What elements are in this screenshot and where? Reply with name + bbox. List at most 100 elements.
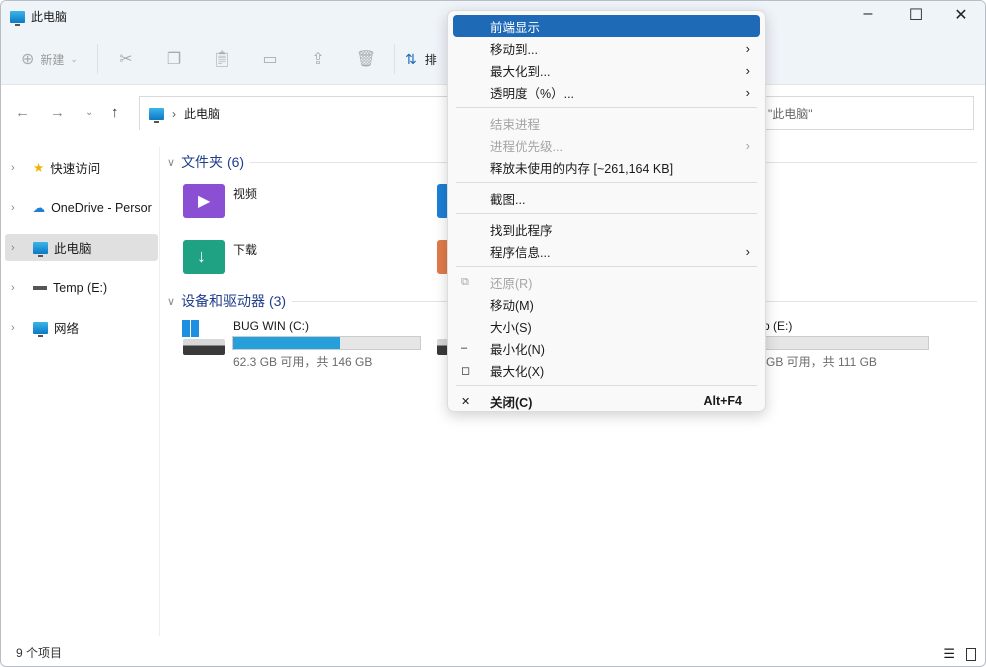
sidebar-item-label: 网络 (54, 322, 80, 336)
sidebar-item-label: OneDrive - Persor (51, 200, 152, 215)
recent-locations-button[interactable]: ⌄ (85, 107, 93, 118)
menu-separator (456, 266, 757, 267)
menu-item-label: 透明度（%）... (490, 86, 575, 101)
menu-item-shortcut: Alt+F4 (703, 394, 742, 408)
chevron-right-icon: › (745, 243, 750, 259)
sidebar-item-network[interactable]: › 网络 (5, 314, 158, 341)
sidebar-item-onedrive[interactable]: › ☁ OneDrive - Persor (5, 194, 158, 221)
windows-logo-icon (182, 320, 199, 337)
drive-c-usage-bar (232, 336, 421, 350)
paste-icon[interactable]: 📋︎ (198, 49, 246, 69)
chevron-down-icon: ⌄ (70, 53, 78, 64)
menu-item-label: 进程优先级... (490, 139, 563, 154)
menu-item[interactable]: 移动到... › (453, 37, 760, 59)
pc-icon (33, 241, 48, 257)
menu-item-label: 最大化(X) (490, 364, 545, 379)
drive-c-name[interactable]: BUG WIN (C:) (233, 319, 309, 333)
restore-icon: ⧉ (461, 275, 469, 288)
window-title: 此电脑 (31, 10, 68, 24)
chevron-right-icon[interactable]: › (11, 202, 27, 214)
menu-item-label: 移动(M) (490, 298, 534, 313)
menu-item[interactable]: 程序信息... › (453, 240, 760, 262)
menu-item[interactable]: ⧉ 还原(R) (453, 271, 760, 293)
breadcrumb: 此电脑 (184, 107, 221, 121)
chevron-right-icon[interactable]: › (11, 322, 27, 334)
sidebar-item-label: 此电脑 (54, 242, 92, 256)
menu-item-label: 截图... (490, 192, 526, 207)
divider (97, 44, 98, 74)
chevron-right-icon[interactable]: › (11, 162, 27, 174)
menu-item-label: 结束进程 (490, 117, 541, 132)
menu-item[interactable]: 透明度（%）... › (453, 81, 760, 103)
close-button[interactable]: ✕ (946, 5, 976, 25)
share-icon[interactable]: ⇪ (294, 49, 342, 69)
sidebar-item-this-pc[interactable]: › 此电脑 (5, 234, 158, 261)
drive-e-usage-bar (741, 336, 929, 350)
menu-item-label: 移动到... (490, 42, 538, 57)
download-folder-icon[interactable]: ↓ (183, 240, 225, 274)
details-view-icon[interactable]: ☰ (943, 646, 955, 662)
back-button[interactable]: ← (15, 104, 30, 121)
up-button[interactable]: ↑ (111, 104, 119, 121)
chevron-down-icon: ∨ (167, 295, 176, 308)
menu-item[interactable]: 释放未使用的内存 [~261,164 KB] (453, 156, 760, 178)
chevron-right-icon[interactable]: › (11, 242, 27, 254)
sort-button[interactable]: ⇅ 排 (399, 51, 437, 68)
menu-item[interactable]: 截图... (453, 187, 760, 209)
menu-item[interactable]: 找到此程序 (453, 218, 760, 240)
minimize-icon: – (461, 342, 468, 354)
divider (394, 44, 395, 74)
chevron-right-icon: › (745, 40, 750, 56)
navigation-pane: › ★ 快速访问 › ☁ OneDrive - Persor › 此电脑 › Temp (E… (1, 147, 160, 636)
status-bar-item-count: 9 个项目 (16, 646, 63, 660)
plus-circle-icon: ⊕ (21, 51, 35, 68)
drive-c-space: 62.3 GB 可用，共 146 GB (233, 355, 373, 369)
menu-item[interactable]: 大小(S) (453, 315, 760, 337)
chevron-right-icon: › (745, 137, 750, 153)
menu-item[interactable]: 前端显示 (453, 15, 760, 37)
sidebar-item-temp-drive[interactable]: › Temp (E:) (5, 274, 158, 301)
menu-item[interactable]: 进程优先级... › (453, 134, 760, 156)
menu-item-label: 找到此程序 (490, 223, 553, 238)
drive-e-space: GB 可用，共 111 GB (766, 355, 877, 369)
drive-e-name[interactable]: p (E:) (763, 319, 792, 333)
menu-separator (456, 107, 757, 108)
chevron-right-icon[interactable]: › (11, 282, 27, 294)
tiles-view-icon[interactable] (966, 648, 976, 661)
menu-item[interactable]: 移动(M) (453, 293, 760, 315)
folder-downloads-label[interactable]: 下载 (233, 241, 257, 258)
chevron-right-icon: › (745, 84, 750, 100)
menu-separator (456, 213, 757, 214)
pc-icon (149, 107, 164, 123)
menu-item-label: 程序信息... (490, 245, 551, 260)
forward-button[interactable]: → (50, 104, 65, 121)
sort-icon: ⇅ (405, 50, 417, 67)
menu-item[interactable]: – 最小化(N) (453, 337, 760, 359)
video-folder-icon[interactable]: ▶ (183, 184, 225, 218)
menu-item[interactable]: ✕ 关闭(C) Alt+F4 (453, 390, 760, 412)
network-icon (33, 321, 48, 337)
maximize-icon: ◻ (461, 364, 471, 377)
chevron-down-icon: ∨ (167, 156, 176, 169)
sidebar-item-quick-access[interactable]: › ★ 快速访问 (5, 154, 158, 181)
maximize-button[interactable]: ☐ (901, 5, 931, 25)
sort-label: 排 (424, 52, 437, 67)
menu-separator (456, 182, 757, 183)
folder-video-label[interactable]: 视频 (233, 185, 257, 202)
drive-icon (183, 339, 225, 355)
menu-item-label: 最小化(N) (490, 342, 545, 357)
section-title: 文件夹 (6) (181, 154, 245, 170)
menu-item[interactable]: 最大化到... › (453, 59, 760, 81)
menu-item[interactable]: ◻ 最大化(X) (453, 359, 760, 381)
new-button[interactable]: ⊕ 新建 ⌄ (13, 49, 93, 69)
minimize-button[interactable]: – (853, 5, 883, 23)
cut-icon[interactable]: ✂ (102, 49, 150, 69)
address-bar[interactable]: › 此电脑 (139, 96, 459, 130)
menu-item[interactable]: 结束进程 (453, 112, 760, 134)
delete-icon[interactable]: 🗑︎ (342, 49, 390, 69)
rename-icon[interactable]: ▭ (246, 49, 294, 69)
pc-icon (10, 10, 25, 26)
menu-item-label: 最大化到... (490, 64, 551, 79)
copy-icon[interactable]: ❐ (150, 49, 198, 69)
window-context-menu: 前端显示 移动到... › 最大化到... › 透明度（%）... › 结束进程 进程优先级..… (447, 10, 766, 412)
